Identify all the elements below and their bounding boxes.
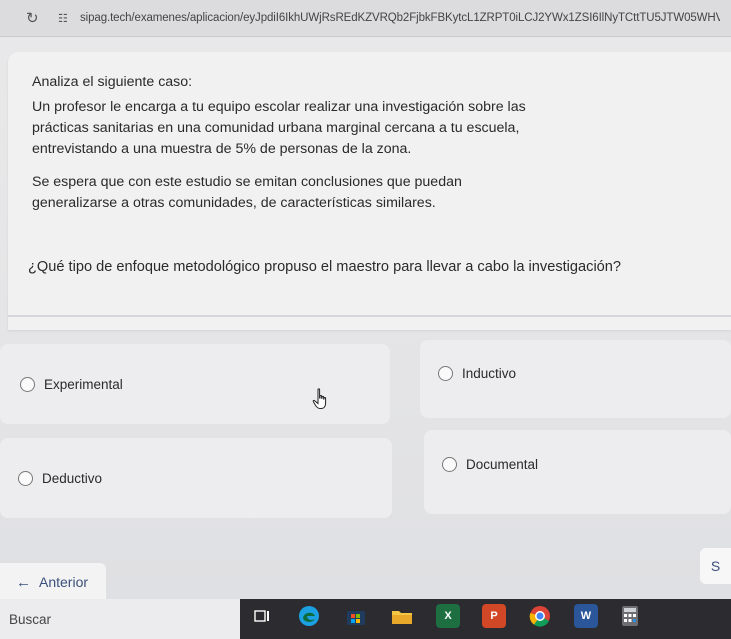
case-paragraph-1: Un profesor le encarga a tu equipo escol… <box>32 99 526 157</box>
card-divider <box>8 315 731 317</box>
excel-icon[interactable]: X <box>436 604 460 628</box>
word-icon[interactable]: W <box>574 604 598 628</box>
task-view-icon[interactable] <box>250 604 274 628</box>
hand-cursor-icon <box>312 388 327 409</box>
taskbar-search-placeholder: Buscar <box>9 611 52 627</box>
radio-inductivo[interactable] <box>438 366 453 381</box>
browser-address-bar: ↻ ☷ sipag.tech/examenes/aplicacion/eyJpd… <box>0 0 731 37</box>
radio-experimental[interactable] <box>20 376 35 392</box>
arrow-left-icon: ← <box>16 573 31 591</box>
radio-documental[interactable] <box>442 457 457 472</box>
chrome-icon[interactable] <box>528 604 552 628</box>
question-intro: Analiza el siguiente caso: <box>32 74 193 90</box>
previous-button[interactable]: ← Anterior <box>0 563 106 601</box>
url-field[interactable]: sipag.tech/examenes/aplicacion/eyJpdiI6I… <box>80 12 720 24</box>
next-button-label: S <box>710 558 721 574</box>
site-settings-icon[interactable]: ☷ <box>58 12 76 25</box>
previous-button-label: Anterior <box>39 574 89 590</box>
option-label: Documental <box>466 457 539 472</box>
powerpoint-icon[interactable]: P <box>482 604 506 628</box>
next-button[interactable]: S <box>700 548 731 584</box>
option-label: Deductivo <box>42 470 103 486</box>
option-deductivo[interactable]: Deductivo <box>0 438 392 518</box>
taskbar-search-box[interactable]: Buscar <box>0 599 240 639</box>
option-label: Experimental <box>44 376 123 392</box>
option-documental[interactable]: Documental <box>424 430 731 514</box>
option-inductivo[interactable]: Inductivo <box>420 340 731 418</box>
edge-icon[interactable] <box>297 604 321 628</box>
option-experimental[interactable]: Experimental <box>0 344 390 424</box>
calculator-icon[interactable] <box>618 604 642 628</box>
file-explorer-icon[interactable] <box>390 604 414 628</box>
store-icon[interactable] <box>344 604 368 628</box>
question-card: Analiza el siguiente caso: Un profesor l… <box>8 52 731 330</box>
radio-deductivo[interactable] <box>18 470 33 486</box>
question-prompt: ¿Qué tipo de enfoque metodológico propus… <box>28 259 622 275</box>
case-paragraph-2: Se espera que con este estudio se emitan… <box>32 174 462 211</box>
option-label: Inductivo <box>462 366 517 381</box>
reload-icon[interactable]: ↻ <box>26 9 48 27</box>
